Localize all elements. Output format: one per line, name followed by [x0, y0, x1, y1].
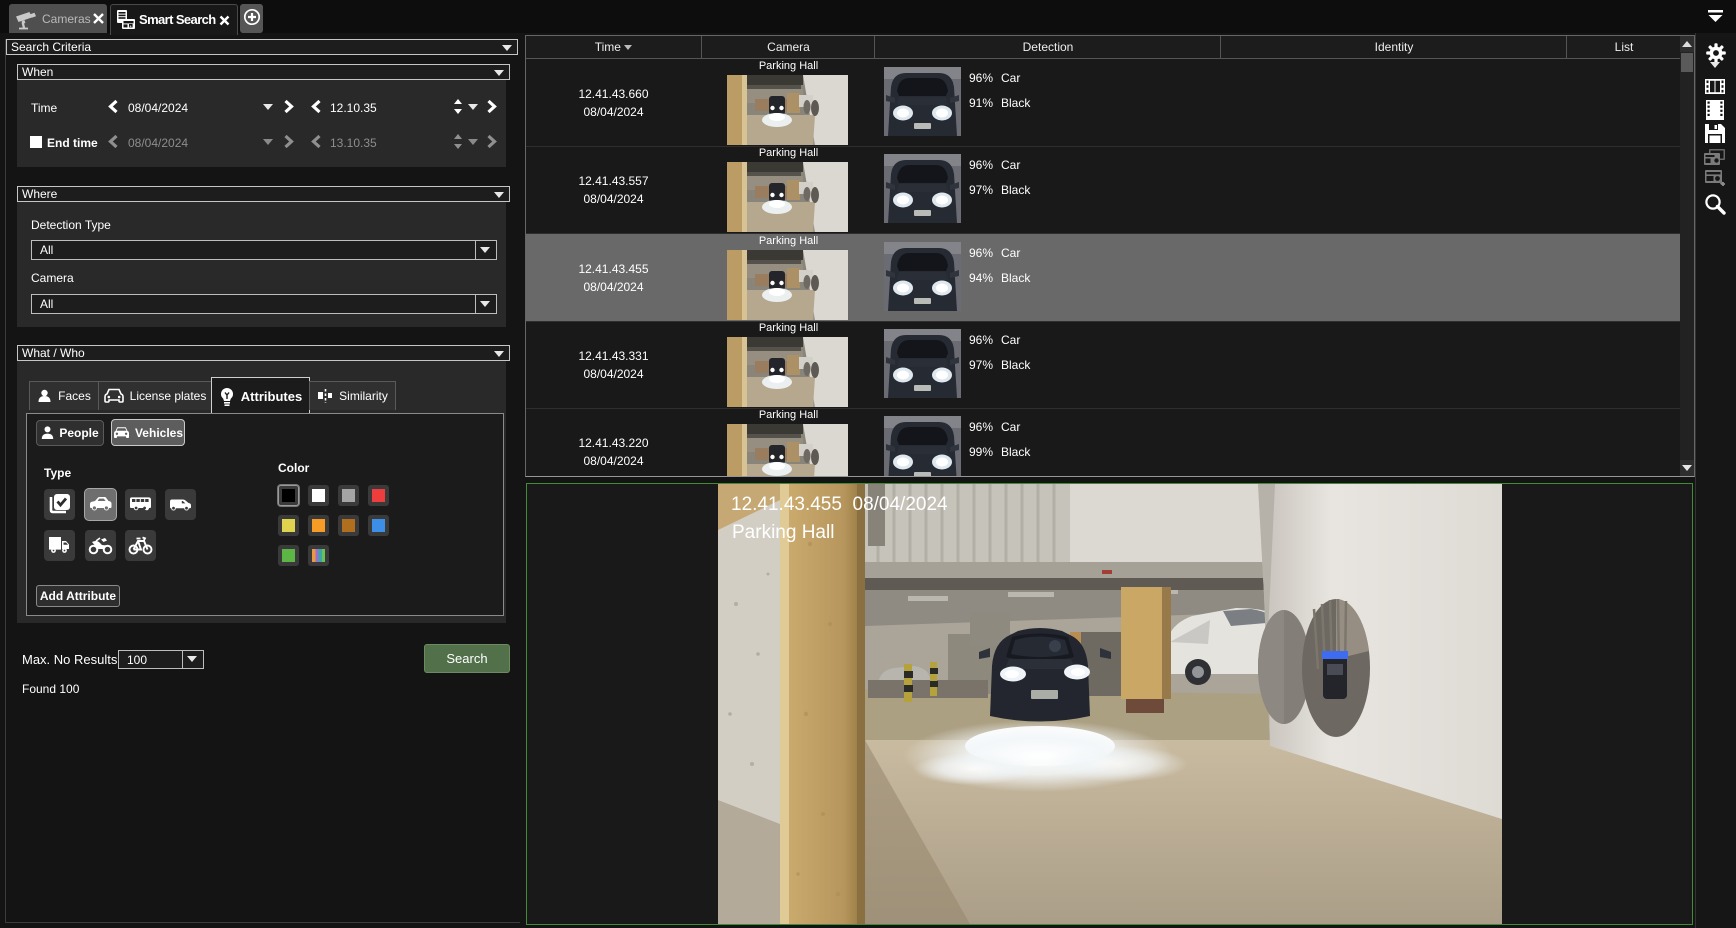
- svg-text:12.41.43.455 08/04/2024: 12.41.43.455 08/04/2024: [731, 494, 948, 515]
- svg-text:Parking Hall: Parking Hall: [732, 522, 834, 543]
